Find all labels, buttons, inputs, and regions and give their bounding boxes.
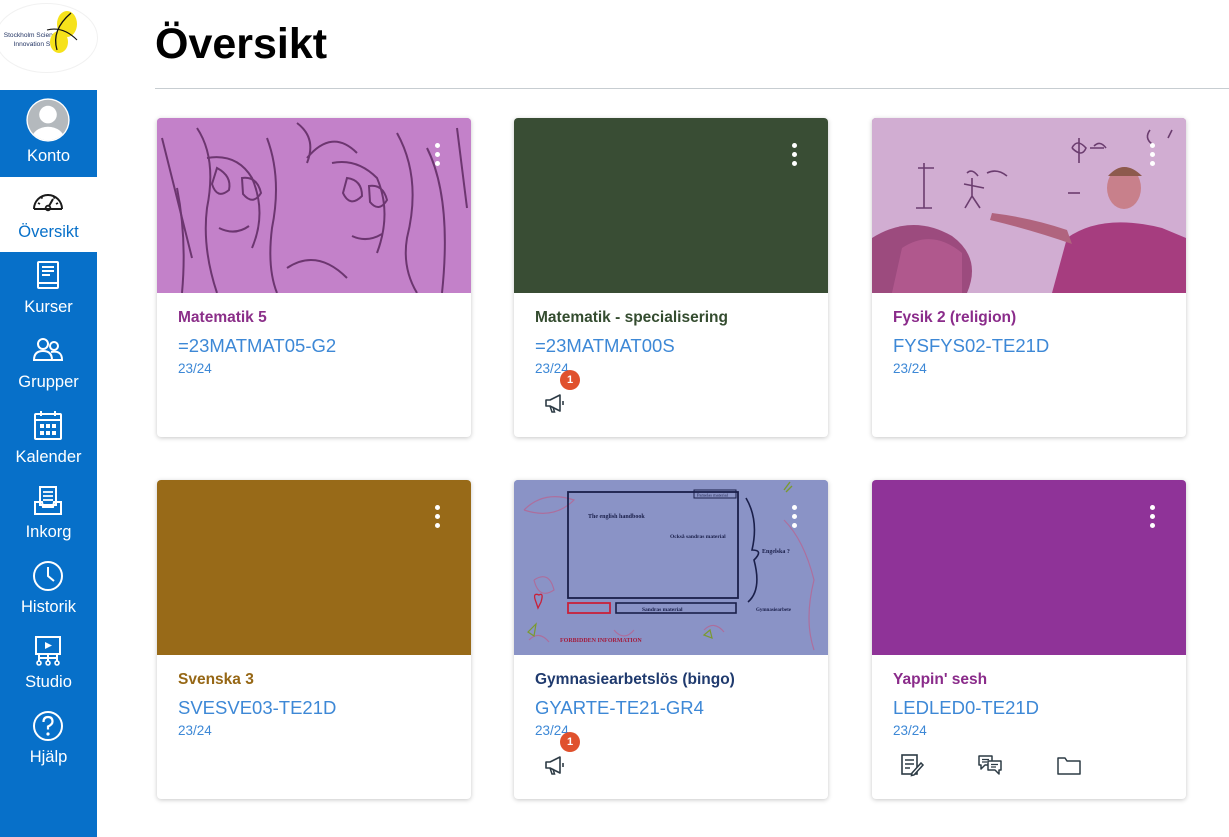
- megaphone-icon[interactable]: [542, 752, 568, 778]
- global-navigation: Stockholm Science & Innovation School Ko…: [0, 0, 97, 837]
- course-card-hero[interactable]: [157, 480, 471, 655]
- course-code[interactable]: =23MATMAT00S: [535, 334, 675, 358]
- course-card-gymnasiearbetslos[interactable]: Pamelas material The english handbook Oc…: [514, 480, 828, 799]
- course-name[interactable]: Fysik 2 (religion): [893, 308, 1016, 328]
- course-card-hero[interactable]: [872, 118, 1186, 293]
- course-term: 23/24: [893, 361, 927, 376]
- sketch-image: [157, 118, 471, 293]
- hero-title-text: The english handbook: [588, 514, 645, 520]
- folder-icon[interactable]: [1056, 752, 1082, 778]
- course-code[interactable]: SVESVE03-TE21D: [178, 696, 336, 720]
- course-card-hero[interactable]: [872, 480, 1186, 655]
- course-card-hero[interactable]: [157, 118, 471, 293]
- discussion-icon[interactable]: [977, 752, 1003, 778]
- page-title: Översikt: [155, 20, 328, 68]
- course-name[interactable]: Matematik 5: [178, 308, 267, 328]
- book-icon: [37, 261, 59, 289]
- card-options-menu-icon[interactable]: [1142, 142, 1162, 170]
- course-term: 23/24: [893, 723, 927, 738]
- nav-item-historik[interactable]: Historik: [0, 552, 97, 627]
- course-card-svenska-3[interactable]: Svenska 3 SVESVE03-TE21D 23/24: [157, 480, 471, 799]
- nav-item-studio[interactable]: Studio: [0, 627, 97, 702]
- card-options-menu-icon[interactable]: [427, 142, 447, 170]
- assignment-icon[interactable]: [899, 752, 925, 778]
- course-card-hero[interactable]: Pamelas material The english handbook Oc…: [514, 480, 828, 655]
- card-options-menu-icon[interactable]: [427, 504, 447, 532]
- hero-english-text: Engelska ?: [762, 549, 790, 555]
- course-code[interactable]: GYARTE-TE21-GR4: [535, 696, 704, 720]
- groups-icon: [32, 338, 64, 361]
- course-card-fysik-2[interactable]: Fysik 2 (religion) FYSFYS02-TE21D 23/24: [872, 118, 1186, 437]
- course-term: 23/24: [178, 723, 212, 738]
- course-term: 23/24: [178, 361, 212, 376]
- nav-item-oversikt[interactable]: Översikt: [0, 177, 97, 252]
- course-card-hero[interactable]: [514, 118, 828, 293]
- hero-gym-text: Gymnasiearbete: [756, 608, 792, 613]
- course-code[interactable]: =23MATMAT05-G2: [178, 334, 336, 358]
- classroom-photo: [872, 118, 1186, 293]
- nav-item-konto[interactable]: Konto: [0, 90, 97, 165]
- inbox-icon: [34, 486, 62, 515]
- card-options-menu-icon[interactable]: [1142, 504, 1162, 532]
- logo-butterfly-icon: [46, 11, 78, 53]
- nav-item-inkorg[interactable]: Inkorg: [0, 477, 97, 552]
- course-name[interactable]: Gymnasiearbetslös (bingo): [535, 670, 735, 690]
- unread-announcements-badge: 1: [560, 732, 580, 752]
- hero-note-text: Också sandras material: [670, 533, 726, 540]
- course-code[interactable]: LEDLED0-TE21D: [893, 696, 1039, 720]
- course-code[interactable]: FYSFYS02-TE21D: [893, 334, 1049, 358]
- school-logo[interactable]: Stockholm Science & Innovation School: [0, 0, 97, 90]
- megaphone-icon[interactable]: [542, 390, 568, 416]
- hero-sandra-text: Sandras material: [642, 607, 683, 613]
- dashboard-icon: [33, 194, 63, 212]
- course-card-matematik-5[interactable]: Matematik 5 =23MATMAT05-G2 23/24: [157, 118, 471, 437]
- nav-item-kalender[interactable]: Kalender: [0, 402, 97, 477]
- clock-icon: [33, 561, 63, 591]
- nav-item-kurser[interactable]: Kurser: [0, 252, 97, 327]
- course-card-yappin-sesh[interactable]: Yappin' sesh LEDLED0-TE21D 23/24: [872, 480, 1186, 799]
- card-options-menu-icon[interactable]: [784, 504, 804, 532]
- header-divider: [155, 88, 1229, 89]
- card-options-menu-icon[interactable]: [784, 142, 804, 170]
- hero-forbidden-text: FORBIDDEN INFORMATION: [560, 638, 642, 644]
- studio-icon: [35, 636, 61, 666]
- hero-tag-text: Pamelas material: [697, 493, 729, 498]
- calendar-icon: [34, 411, 62, 440]
- unread-announcements-badge: 1: [560, 370, 580, 390]
- course-name[interactable]: Matematik - specialisering: [535, 308, 728, 328]
- course-name[interactable]: Yappin' sesh: [893, 670, 987, 690]
- nav-item-grupper[interactable]: Grupper: [0, 327, 97, 402]
- course-name[interactable]: Svenska 3: [178, 670, 254, 690]
- course-card-matematik-specialisering[interactable]: Matematik - specialisering =23MATMAT00S …: [514, 118, 828, 437]
- help-icon: [33, 711, 63, 741]
- whiteboard-drawing-image: Pamelas material The english handbook Oc…: [514, 480, 828, 655]
- nav-item-hjalp[interactable]: Hjälp: [0, 702, 97, 777]
- user-avatar-icon: [26, 98, 70, 142]
